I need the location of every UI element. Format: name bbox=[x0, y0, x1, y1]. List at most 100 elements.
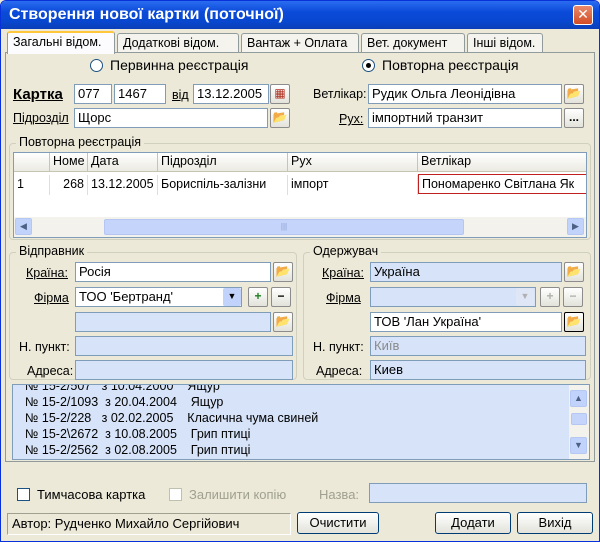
tab-additional[interactable]: Додаткові відом. bbox=[117, 33, 239, 53]
receiver-country-input[interactable]: Україна bbox=[370, 262, 562, 282]
card-date-input[interactable]: 13.12.2005 bbox=[193, 84, 269, 104]
sender-firm-select[interactable]: ТОО 'Бертранд' bbox=[75, 287, 242, 307]
vet-folder-icon[interactable]: 📂 bbox=[564, 84, 584, 104]
receiver-firm-dropdown-icon[interactable]: ▼ bbox=[516, 288, 534, 306]
receiver-address-label: Адреса: bbox=[316, 364, 363, 378]
scroll-left-icon[interactable]: ◀ bbox=[15, 218, 32, 235]
receiver-firm-remove-button[interactable]: − bbox=[563, 287, 583, 307]
radio-primary-label: Первинна реєстрація bbox=[110, 57, 249, 73]
table-header-dept[interactable]: Підрозділ bbox=[158, 153, 288, 172]
note-line-4: № 15-2\2672 з 10.08.2005 Грип птиці bbox=[25, 427, 251, 441]
keep-copy-label: Залишити копію bbox=[189, 487, 287, 502]
sender-firm-folder-icon[interactable]: 📂 bbox=[273, 312, 293, 332]
table-header-number[interactable]: Номе bbox=[50, 153, 88, 172]
sender-firm-add-button[interactable]: + bbox=[248, 287, 268, 307]
name-label: Назва: bbox=[319, 487, 360, 502]
card-number-2-input[interactable]: 1467 bbox=[114, 84, 166, 104]
scroll-right-icon[interactable]: ▶ bbox=[567, 218, 584, 235]
receiver-title: Одержувач bbox=[310, 244, 382, 258]
window-title: Створення нової картки (поточної) bbox=[9, 6, 284, 23]
receiver-firm-folder-icon[interactable]: 📂 bbox=[564, 312, 584, 332]
sender-firm-detail-input[interactable] bbox=[75, 312, 271, 332]
main-window: Створення нової картки (поточної) ✕ Зага… bbox=[0, 0, 600, 542]
radio-repeat-label: Повторна реєстрація bbox=[382, 57, 519, 73]
vertical-scrollbar[interactable]: ▲ ▼ bbox=[569, 385, 589, 459]
card-label: Картка bbox=[13, 86, 63, 103]
radio-primary[interactable] bbox=[90, 59, 103, 72]
note-line-2: № 15-2/1093 з 20.04.2004 Ящур bbox=[25, 395, 224, 409]
name-input[interactable] bbox=[369, 483, 587, 503]
calendar-icon[interactable]: ▦ bbox=[270, 84, 290, 104]
sender-firm-remove-button[interactable]: − bbox=[271, 287, 291, 307]
title-bar: Створення нової картки (поточної) ✕ bbox=[1, 1, 599, 29]
sender-country-input[interactable]: Росія bbox=[75, 262, 271, 282]
table-header-blank bbox=[14, 153, 50, 172]
scroll-thumb[interactable]: ||| bbox=[104, 219, 464, 235]
table-header-date[interactable]: Дата bbox=[88, 153, 158, 172]
receiver-firm-add-button[interactable]: + bbox=[540, 287, 560, 307]
receiver-firm-select[interactable] bbox=[370, 287, 536, 307]
dept-folder-icon[interactable]: 📂 bbox=[270, 108, 290, 128]
table-header-move[interactable]: Рух bbox=[288, 153, 418, 172]
card-number-1-input[interactable]: 077 bbox=[74, 84, 112, 104]
tab-vet-document[interactable]: Вет. документ bbox=[361, 33, 465, 53]
move-label: Рух: bbox=[339, 112, 364, 126]
exit-button[interactable]: Вихід bbox=[517, 512, 593, 534]
move-input[interactable]: імпортний транзит bbox=[368, 108, 562, 128]
move-ellipsis-button[interactable]: ... bbox=[564, 108, 584, 128]
sender-firm-dropdown-icon[interactable]: ▼ bbox=[223, 288, 241, 306]
receiver-address-input[interactable]: Киев bbox=[370, 360, 586, 380]
close-button[interactable]: ✕ bbox=[573, 5, 593, 25]
general-panel: Первинна реєстрація Повторна реєстрація … bbox=[5, 52, 595, 462]
sender-group: Відправник Країна: Росія 📂 Фірма ТОО 'Бе… bbox=[9, 244, 297, 380]
horizontal-scrollbar[interactable]: ◀ ||| ▶ bbox=[14, 217, 586, 237]
repeat-registration-title: Повторна реєстрація bbox=[16, 135, 144, 149]
table-cell-date[interactable]: 13.12.2005 bbox=[88, 175, 158, 195]
dept-input[interactable]: Щорс bbox=[74, 108, 268, 128]
receiver-group: Одержувач Країна: Україна 📂 Фірма ▼ + − … bbox=[303, 244, 591, 380]
sender-address-input[interactable] bbox=[75, 360, 293, 380]
from-label: від bbox=[172, 88, 189, 102]
sender-address-label: Адреса: bbox=[27, 364, 74, 378]
dept-label: Підрозділ bbox=[13, 111, 69, 125]
receiver-country-label: Країна: bbox=[322, 266, 364, 280]
sender-country-label: Країна: bbox=[26, 266, 68, 280]
repeat-registration-table: Номе Дата Підрозділ Рух Ветлікар 1 268 1… bbox=[13, 152, 587, 238]
table-cell-dept[interactable]: Бориспіль-залізни bbox=[158, 175, 288, 195]
table-cell-index[interactable]: 1 bbox=[14, 175, 50, 195]
table-cell-move[interactable]: імпорт bbox=[288, 175, 418, 195]
tab-general[interactable]: Загальні відом. bbox=[7, 31, 115, 54]
table-cell-number[interactable]: 268 bbox=[50, 175, 88, 195]
vet-input[interactable]: Рудик Ольга Леонідівна bbox=[368, 84, 562, 104]
sender-place-input[interactable] bbox=[75, 336, 293, 356]
note-line-3: № 15-2/228 з 02.02.2005 Класична чума св… bbox=[25, 411, 319, 425]
table-cell-vet[interactable]: Пономаренко Світлана Як bbox=[418, 174, 586, 194]
scroll-thumb-vertical[interactable] bbox=[571, 413, 587, 425]
receiver-country-folder-icon[interactable]: 📂 bbox=[564, 262, 584, 282]
sender-country-folder-icon[interactable]: 📂 bbox=[273, 262, 293, 282]
radio-repeat[interactable] bbox=[362, 59, 375, 72]
receiver-place-label: Н. пункт: bbox=[313, 340, 364, 354]
note-line-1: № 15-2/507 з 10.04.2000 Ящур bbox=[25, 384, 220, 393]
tab-cargo-payment[interactable]: Вантаж + Оплата bbox=[241, 33, 359, 53]
temp-card-checkbox[interactable] bbox=[17, 488, 30, 501]
vet-label: Ветлікар: bbox=[313, 87, 367, 101]
temp-card-label: Тимчасова картка bbox=[37, 487, 146, 502]
disease-notes-list[interactable]: № 15-2/507 з 10.04.2000 Ящур № 15-2/1093… bbox=[12, 384, 590, 460]
receiver-place-input[interactable]: Київ bbox=[370, 336, 586, 356]
sender-firm-label: Фірма bbox=[34, 291, 69, 305]
tab-other[interactable]: Інші відом. bbox=[467, 33, 543, 53]
scroll-up-icon[interactable]: ▲ bbox=[570, 390, 587, 407]
note-line-5: № 15-2/2562 з 02.08.2005 Грип птиці bbox=[25, 443, 251, 457]
receiver-firm-label: Фірма bbox=[326, 291, 361, 305]
receiver-firm-detail-input[interactable]: ТОВ 'Лан Україна' bbox=[370, 312, 562, 332]
table-header-vet[interactable]: Ветлікар bbox=[418, 153, 586, 172]
sender-title: Відправник bbox=[16, 244, 88, 258]
add-button[interactable]: Додати bbox=[435, 512, 511, 534]
scroll-down-icon[interactable]: ▼ bbox=[570, 437, 587, 454]
clear-button[interactable]: Очистити bbox=[297, 512, 379, 534]
author-status: Автор: Рудченко Михайло Сергійович bbox=[7, 513, 291, 535]
sender-place-label: Н. пункт: bbox=[19, 340, 70, 354]
footer-area: Тимчасова картка Залишити копію Назва: А… bbox=[1, 467, 599, 541]
keep-copy-checkbox[interactable] bbox=[169, 488, 182, 501]
